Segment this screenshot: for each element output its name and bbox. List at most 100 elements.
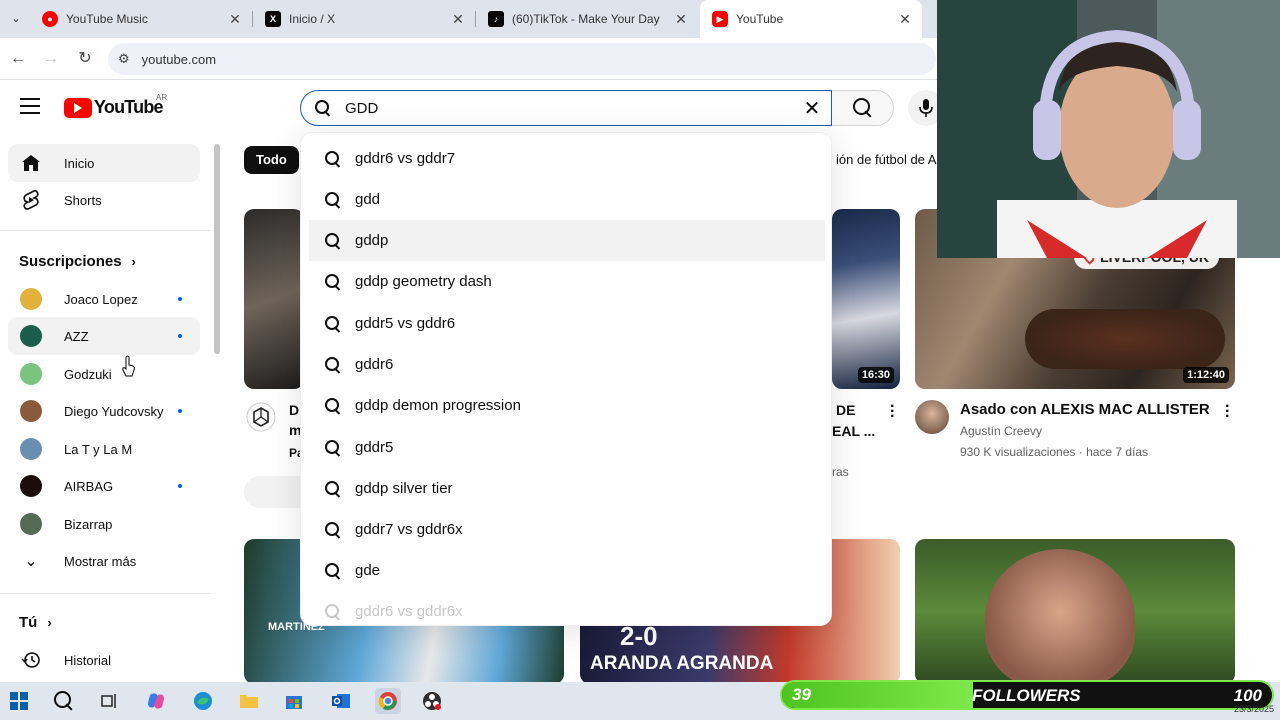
close-icon[interactable]: ✕ (449, 11, 467, 28)
microsoft-store-icon[interactable] (283, 690, 305, 712)
suggestion-text: gddr5 vs gddr6 (355, 315, 456, 332)
suggestion-item[interactable]: gddr5 vs gddr6 (309, 303, 825, 344)
chevron-right-icon: › (47, 615, 52, 630)
search-button[interactable] (832, 90, 894, 126)
sidebar-item-label: Inicio (64, 155, 95, 171)
show-more-button[interactable]: ⌄ Mostrar más (8, 542, 200, 580)
sidebar-item-subscription[interactable]: La T y La M (8, 430, 200, 468)
file-explorer-icon[interactable] (238, 690, 260, 712)
sidebar-item-label: Diego Yudcovsky (64, 403, 164, 419)
sidebar-item-label: Shorts (64, 192, 102, 208)
suggestion-item[interactable]: gddr7 vs gddr6x (309, 509, 825, 550)
site-settings-icon[interactable]: ⚙ (118, 51, 130, 67)
suggestion-item[interactable]: gddr6 (309, 344, 825, 385)
sidebar-item-subscription[interactable]: AZZ (8, 317, 200, 355)
suggestion-item[interactable]: gddr6 vs gddr6x (309, 591, 825, 625)
sidebar-item-subscription[interactable]: Godzuki (8, 355, 200, 393)
search-box[interactable]: ✕ (300, 90, 832, 126)
sidebar-item-label: Historial (64, 652, 111, 668)
suggestion-item[interactable]: gddp silver tier (309, 468, 825, 509)
avatar (20, 400, 42, 422)
webcam-person-graphic (937, 0, 1280, 258)
chevron-down-icon: ⌄ (24, 553, 38, 570)
sidebar-item-label: La T y La M (64, 441, 133, 457)
video-title[interactable]: DE (836, 400, 855, 420)
search-icon (325, 480, 341, 497)
avatar (20, 325, 42, 347)
followers-goal: 100 (1233, 686, 1262, 705)
avatar (20, 288, 42, 310)
reload-icon[interactable]: ↻ (74, 48, 96, 70)
sidebar-item-subscription[interactable]: Joaco Lopez (8, 280, 200, 318)
followers-goal-overlay: 39 FOLLOWERS 100 (780, 680, 1274, 710)
youtube-masthead: YouTube AR ✕ (0, 80, 944, 136)
video-title[interactable]: EAL ... (832, 421, 875, 441)
video-title[interactable]: D (289, 400, 299, 420)
edge-browser-icon[interactable] (192, 690, 214, 712)
suggestion-text: gde (355, 562, 381, 579)
video-duration: 1:12:40 (1183, 367, 1229, 383)
browser-toolbar: ← → ↻ ⚙ youtube.com (0, 38, 940, 80)
close-icon[interactable]: ✕ (226, 11, 244, 28)
heading-label: Tú (19, 614, 38, 631)
tab-search-icon[interactable]: ⌄ (6, 9, 26, 29)
youtube-logo[interactable]: YouTube AR (64, 93, 167, 118)
sidebar: Inicio Shorts Suscripciones › Joaco Lope… (0, 136, 222, 682)
chevron-right-icon: › (131, 254, 136, 269)
back-arrow-icon[interactable]: ← (7, 48, 29, 70)
video-thumbnail[interactable] (244, 209, 304, 389)
video-thumbnail[interactable] (915, 539, 1235, 684)
thumbnail-food-graphic (1025, 309, 1225, 369)
partial-button[interactable] (244, 476, 304, 508)
sidebar-item-subscription[interactable]: Bizarrap (8, 505, 200, 543)
obs-studio-icon[interactable] (421, 690, 443, 712)
outlook-icon[interactable] (330, 690, 352, 712)
tab-x[interactable]: X Inicio / X ✕ (253, 0, 475, 38)
subscriptions-heading[interactable]: Suscripciones › (19, 253, 136, 270)
more-options-icon[interactable]: · · · (890, 399, 895, 425)
search-input[interactable] (345, 99, 797, 117)
suggestion-item[interactable]: gdd (309, 179, 825, 220)
tab-title: (60)TikTok - Make Your Day (512, 12, 660, 26)
clear-search-icon[interactable]: ✕ (797, 96, 827, 121)
task-view-icon[interactable] (98, 690, 120, 712)
suggestion-item[interactable]: gddr6 vs gddr7 (309, 138, 825, 179)
close-icon[interactable]: ✕ (896, 11, 914, 28)
suggestion-item[interactable]: gddp geometry dash (309, 261, 825, 302)
suggestion-item[interactable]: gddp (309, 220, 825, 261)
taskbar-search-icon[interactable] (53, 690, 75, 712)
chip-todo[interactable]: Todo (244, 146, 299, 174)
shorts-icon (20, 189, 42, 211)
chrome-icon[interactable] (375, 688, 401, 714)
channel-avatar[interactable] (915, 400, 949, 434)
suggestion-text: gddr5 (355, 439, 394, 456)
sidebar-item-historial[interactable]: Historial (8, 641, 200, 679)
sidebar-item-label: Joaco Lopez (64, 291, 138, 307)
you-heading[interactable]: Tú › (19, 614, 52, 631)
forward-arrow-icon[interactable]: → (40, 48, 62, 70)
tab-youtube[interactable]: ▶ YouTube ✕ (700, 0, 922, 38)
tab-tiktok[interactable]: ♪ (60)TikTok - Make Your Day ✕ (476, 0, 698, 38)
close-icon[interactable]: ✕ (672, 11, 690, 28)
sidebar-item-subscription[interactable]: AIRBAG (8, 467, 200, 505)
suggestion-item[interactable]: gde (309, 550, 825, 591)
suggestion-item[interactable]: gddr5 (309, 427, 825, 468)
suggestion-item[interactable]: gddp demon progression (309, 385, 825, 426)
windows-start-icon[interactable] (8, 690, 30, 712)
video-thumbnail[interactable]: 16:30 (832, 209, 900, 389)
suggestion-text: gddp demon progression (355, 397, 521, 414)
copilot-icon[interactable] (145, 690, 167, 712)
tab-youtube-music[interactable]: ● YouTube Music ✕ (30, 0, 252, 38)
sidebar-item-shorts[interactable]: Shorts (8, 181, 200, 219)
address-bar[interactable]: ⚙ youtube.com (108, 43, 936, 75)
tiktok-icon: ♪ (488, 11, 504, 27)
sidebar-item-inicio[interactable]: Inicio (8, 144, 200, 182)
chip-partial[interactable]: ión de fútbol de A (836, 146, 940, 174)
sidebar-item-subscription[interactable]: Diego Yudcovsky (8, 392, 200, 430)
more-options-icon[interactable]: · · · (1225, 399, 1230, 425)
sidebar-scrollbar[interactable] (214, 144, 220, 354)
video-title[interactable]: Asado con ALEXIS MAC ALLISTER (960, 400, 1210, 420)
channel-name[interactable]: Agustín Creevy (960, 421, 1042, 441)
search-icon (852, 98, 873, 118)
menu-icon[interactable] (20, 98, 40, 114)
